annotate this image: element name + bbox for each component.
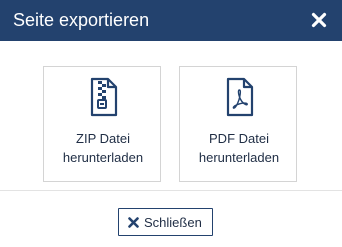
close-button[interactable]: Schließen <box>118 208 213 236</box>
dialog-title: Seite exportieren <box>13 10 150 30</box>
download-zip-label-line2: herunterladen <box>62 150 144 165</box>
export-dialog: Seite exportieren ZIP Datei herunterlade… <box>0 0 342 247</box>
close-icon[interactable] <box>310 11 328 29</box>
close-icon <box>128 217 139 228</box>
footer-divider <box>0 190 342 191</box>
download-pdf-label-line1: PDF Datei <box>209 131 269 146</box>
pdf-file-icon <box>223 76 255 118</box>
zip-file-icon <box>87 76 119 118</box>
download-pdf-label: PDF Datei herunterladen <box>180 129 298 167</box>
download-zip-label-line1: ZIP Datei <box>76 131 130 146</box>
download-pdf-label-line2: herunterladen <box>198 150 280 165</box>
close-button-label: Schließen <box>144 215 202 230</box>
dialog-header: Seite exportieren <box>0 0 342 41</box>
download-zip-button[interactable]: ZIP Datei herunterladen <box>43 66 161 182</box>
export-options: ZIP Datei herunterladen PDF Datei herunt… <box>0 66 342 184</box>
download-zip-label: ZIP Datei herunterladen <box>44 129 162 167</box>
download-pdf-button[interactable]: PDF Datei herunterladen <box>179 66 297 182</box>
